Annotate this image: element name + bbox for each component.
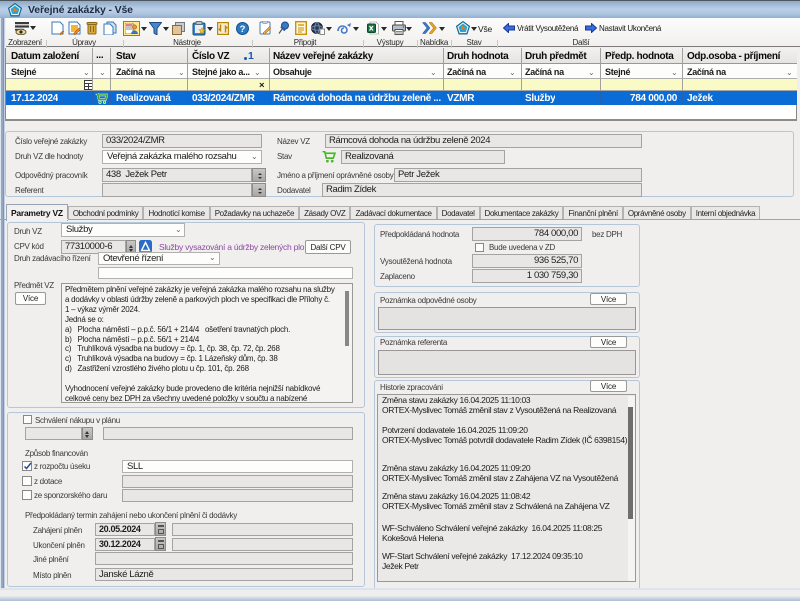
svg-text:?: ? xyxy=(240,24,246,35)
